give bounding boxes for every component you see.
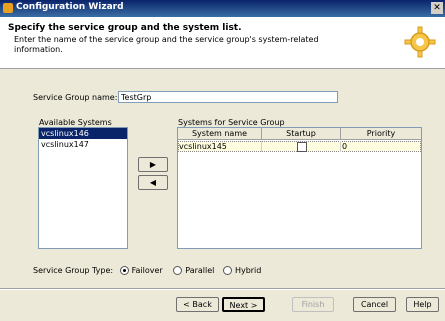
help-button[interactable]: Help [406,297,439,312]
gear-icon [404,26,436,58]
service-group-name-label: Service Group name: [33,93,118,102]
radio-failover[interactable]: Failover [119,266,163,275]
group-type-row: Service Group Type: Failover Parallel Hy… [33,266,261,275]
systems-table: System name Startup Priority vcslinux145… [177,127,422,249]
header-description: Enter the name of the service group and … [14,35,319,54]
add-system-button[interactable]: ▶ [138,157,168,172]
app-icon [3,3,13,13]
radio-failover-indicator[interactable] [119,266,129,275]
wizard-window: Configuration Wizard ✕ Specify the servi… [0,0,445,321]
systems-for-group-label: Systems for Service Group [178,118,285,127]
radio-parallel-label: Parallel [185,266,215,275]
footer-divider [0,288,445,290]
radio-hybrid[interactable]: Hybrid [222,266,262,275]
wizard-header: Specify the service group and the system… [0,17,445,69]
close-button[interactable]: ✕ [431,2,443,14]
back-button[interactable]: < Back [176,297,219,312]
available-systems-label: Available Systems [39,118,112,127]
radio-hybrid-indicator[interactable] [222,266,232,275]
service-group-name-input[interactable]: TestGrp [118,91,338,103]
window-title: Configuration Wizard [16,2,124,12]
cell-system-name[interactable]: vcslinux145 [178,141,262,152]
remove-system-button[interactable]: ◀ [138,175,168,190]
title-bar[interactable]: Configuration Wizard ✕ [0,0,445,17]
radio-parallel-indicator[interactable] [173,266,183,275]
group-type-label: Service Group Type: [33,266,114,275]
column-header-priority[interactable]: Priority [341,128,421,140]
list-item[interactable]: vcslinux146 [39,128,127,139]
header-title: Specify the service group and the system… [8,23,242,33]
radio-parallel[interactable]: Parallel [173,266,214,275]
column-header-system-name[interactable]: System name [178,128,262,140]
finish-button[interactable]: Finish [292,297,334,312]
cell-priority[interactable]: 0 [341,141,421,152]
radio-hybrid-label: Hybrid [234,266,262,275]
cancel-button[interactable]: Cancel [353,297,396,312]
list-item[interactable]: vcslinux147 [39,139,127,150]
next-button[interactable]: Next > [222,297,265,312]
cell-startup[interactable] [262,141,341,152]
available-systems-list[interactable]: vcslinux146 vcslinux147 [38,127,128,249]
radio-failover-label: Failover [131,266,163,275]
column-header-startup[interactable]: Startup [262,128,341,140]
startup-checkbox[interactable] [297,142,307,152]
